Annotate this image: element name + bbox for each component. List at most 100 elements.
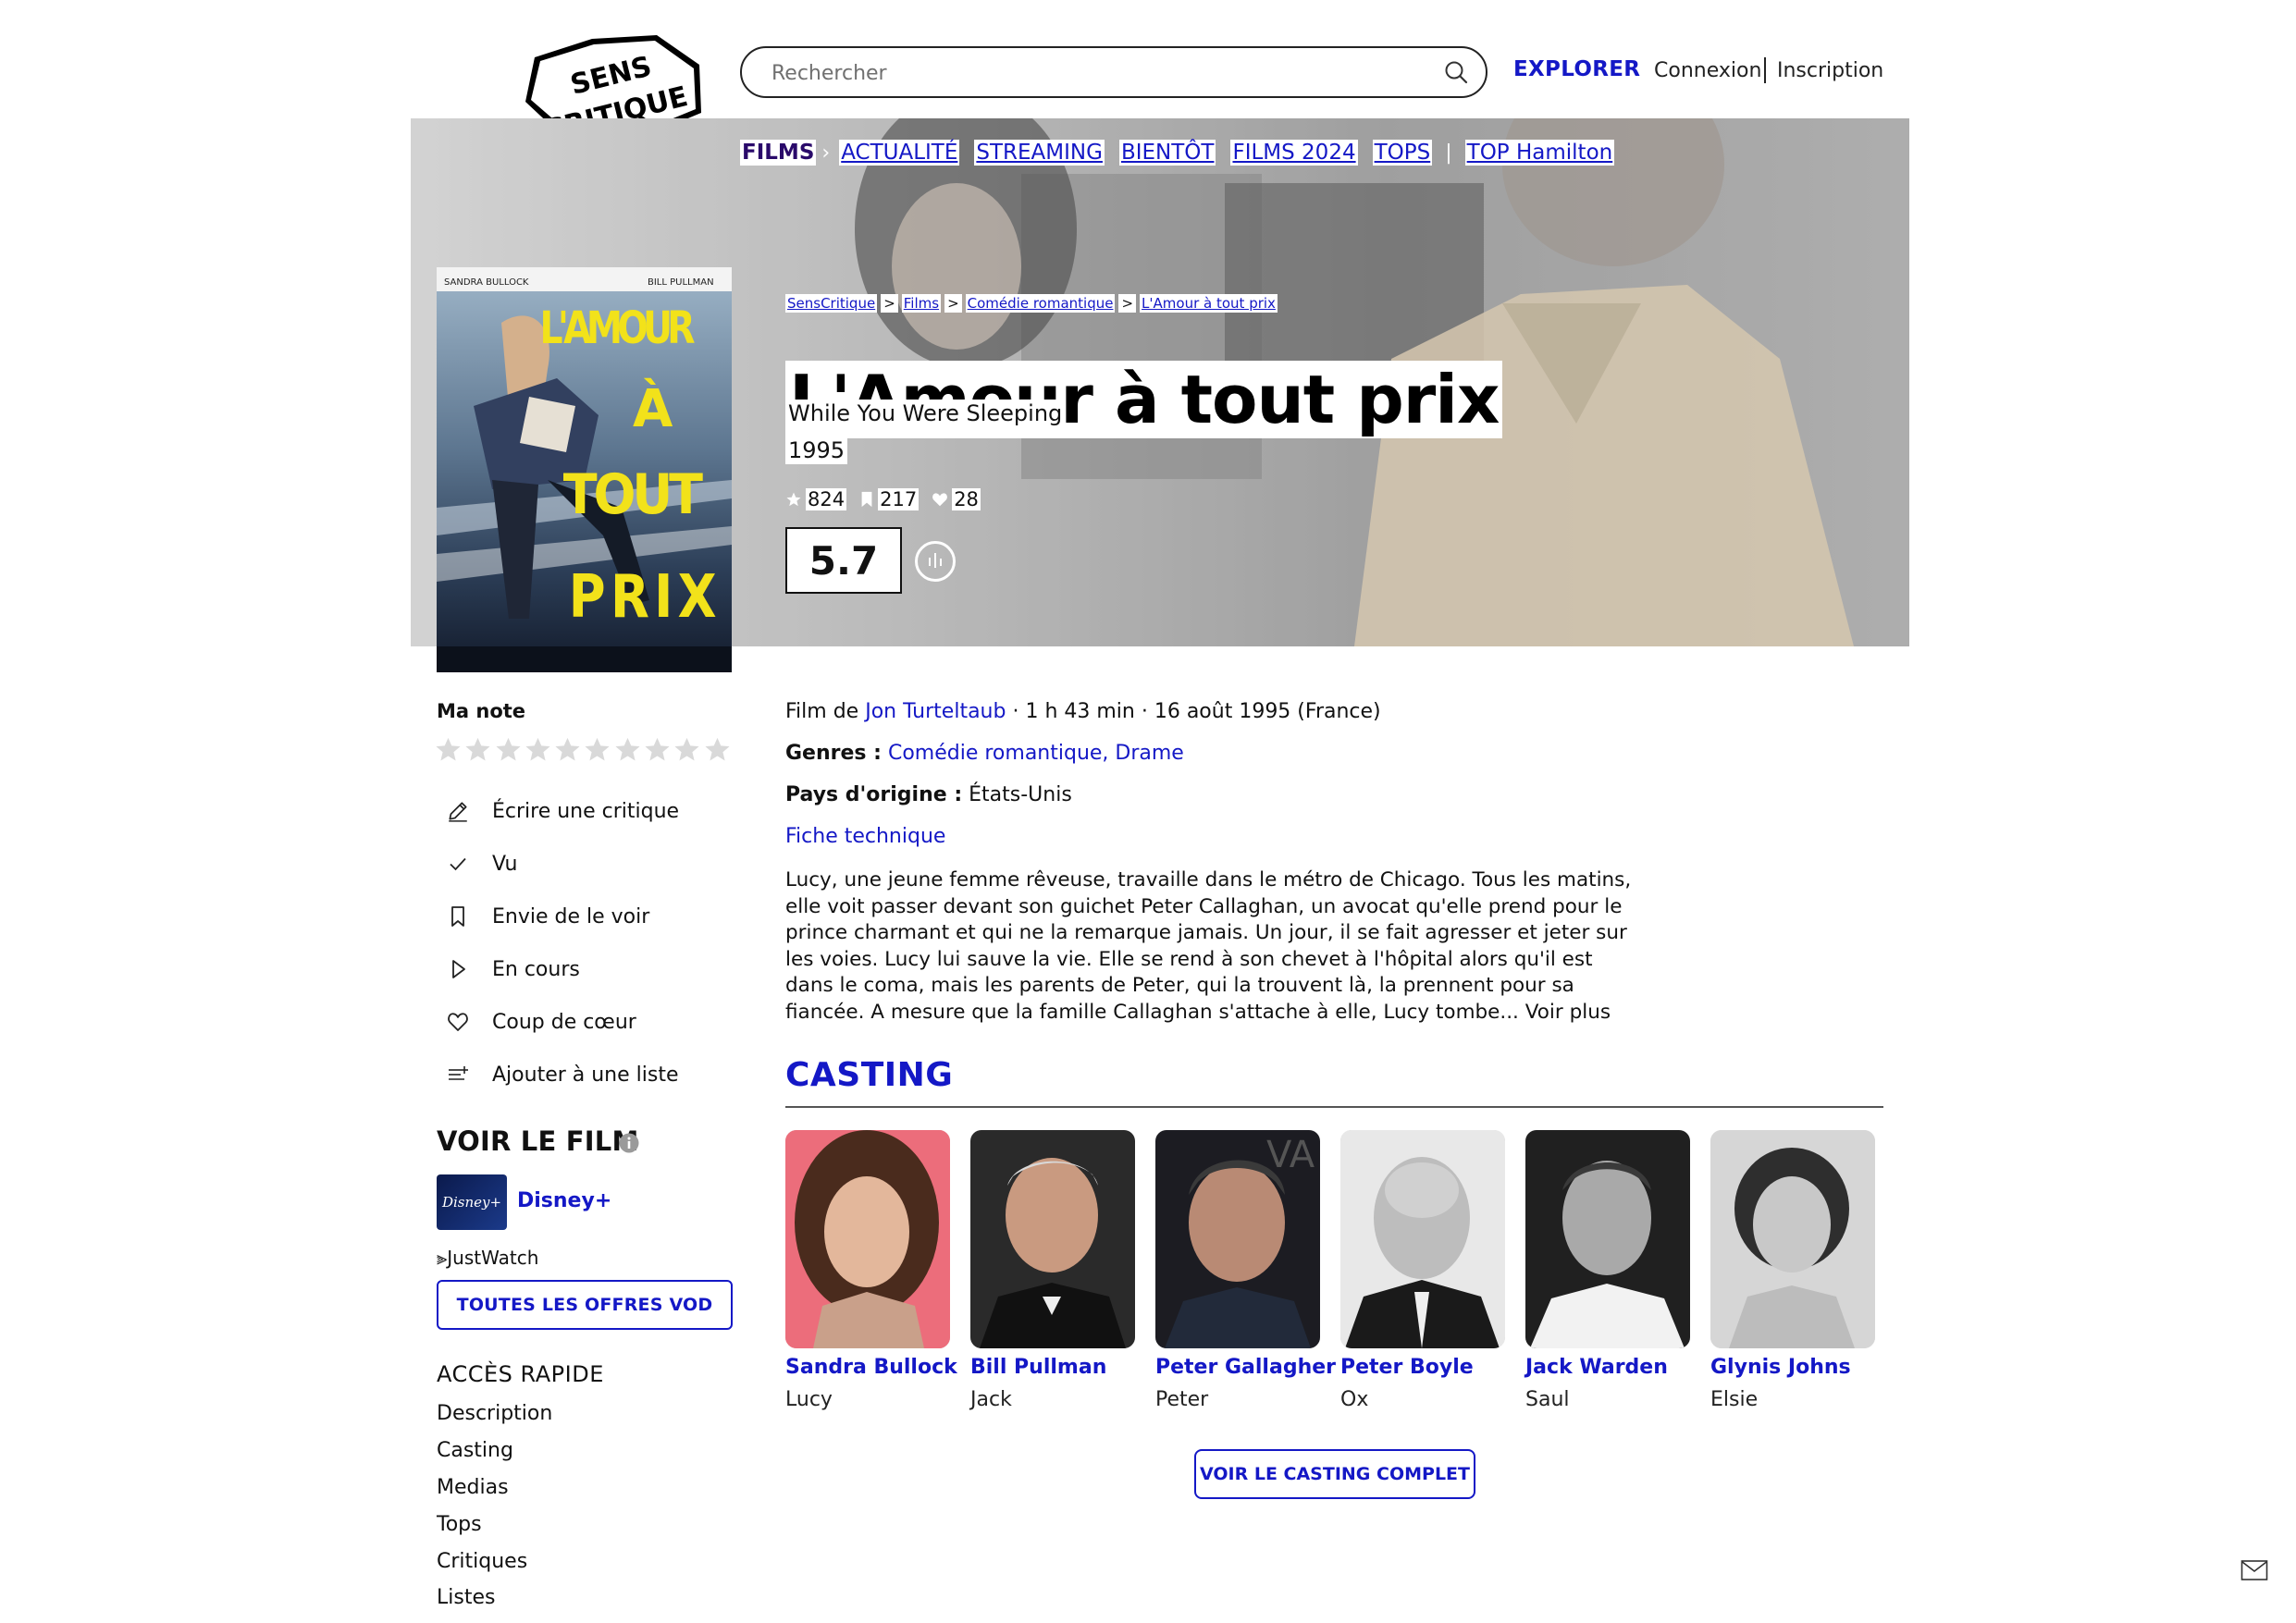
actor-name[interactable]: Peter Gallagher [1155, 1356, 1336, 1379]
subnav-separator: | [1445, 141, 1452, 165]
disney-plus-logo[interactable]: Disney+ [437, 1174, 507, 1230]
full-casting-button[interactable]: VOIR LE CASTING COMPLET [1194, 1449, 1475, 1499]
actor-photo[interactable] [1340, 1130, 1505, 1348]
quick-link-listes[interactable]: Listes [437, 1586, 495, 1609]
add-to-list-action[interactable]: Ajouter à une liste [442, 1056, 679, 1093]
heart-icon [932, 493, 948, 507]
justwatch-attribution[interactable]: ⫸JustWatch [437, 1247, 538, 1269]
wishlist-action[interactable]: Envie de le voir [442, 898, 649, 935]
breadcrumb-films[interactable]: Films [901, 294, 942, 313]
my-rating-stars[interactable] [435, 736, 734, 763]
casting-section-title: CASTING [785, 1056, 954, 1094]
read-more-link[interactable]: Voir plus [1525, 1001, 1611, 1024]
write-review-action[interactable]: Écrire une critique [442, 793, 679, 830]
ratings-count: 824 [806, 488, 847, 510]
subnav-films-2024[interactable]: FILMS 2024 [1230, 140, 1358, 166]
director-link[interactable]: Jon Turteltaub [865, 700, 1006, 723]
poster-title-line-4: PRIX [569, 563, 717, 632]
in-progress-label: En cours [492, 957, 580, 981]
quick-link-tops[interactable]: Tops [437, 1513, 482, 1536]
poster-title-line-3: TOUT [563, 462, 703, 526]
bar-chart-icon [929, 553, 942, 568]
average-score: 5.7 [785, 527, 902, 594]
star-icon [786, 492, 801, 507]
all-vod-offers-button[interactable]: TOUTES LES OFFRES VOD [437, 1280, 733, 1330]
ratings-count-stat: 824 [785, 488, 847, 510]
quick-link-casting[interactable]: Casting [437, 1439, 513, 1462]
write-review-label: Écrire une critique [492, 799, 680, 823]
add-to-list-label: Ajouter à une liste [492, 1063, 679, 1087]
search-input[interactable] [770, 48, 1412, 98]
movie-poster[interactable]: SANDRA BULLOCK BILL PULLMAN L'AMOUR À TO… [437, 267, 732, 672]
genres-links[interactable]: Comédie romantique, Drame [888, 742, 1184, 765]
rating-star-5[interactable] [554, 736, 581, 763]
search-bar[interactable] [740, 46, 1487, 98]
nav-explore-link[interactable]: EXPLORER [1513, 57, 1640, 81]
rating-star-8[interactable] [644, 736, 671, 763]
login-link[interactable]: Connexion [1654, 59, 1761, 82]
svg-text:VA: VA [1266, 1134, 1315, 1176]
subnav-streaming[interactable]: STREAMING [974, 140, 1105, 166]
actor-photo[interactable]: VA [1155, 1130, 1320, 1348]
rating-star-3[interactable] [495, 736, 522, 763]
sub-navigation: FILMS › ACTUALITÉ STREAMING BIENTÔT FILM… [740, 137, 1615, 168]
rating-star-4[interactable] [525, 736, 551, 763]
in-progress-action[interactable]: En cours [442, 951, 580, 988]
rating-star-10[interactable] [704, 736, 731, 763]
quick-link-medias[interactable]: Medias [437, 1476, 509, 1499]
actor-photo[interactable] [785, 1130, 950, 1348]
movie-stats: 824 217 28 [785, 488, 994, 510]
actor-photo[interactable] [1710, 1130, 1875, 1348]
rating-star-6[interactable] [584, 736, 611, 763]
subnav-actualite[interactable]: ACTUALITÉ [839, 140, 960, 166]
actor-name[interactable]: Bill Pullman [970, 1356, 1135, 1379]
disney-plus-link[interactable]: Disney+ [517, 1189, 611, 1212]
actor-name[interactable]: Sandra Bullock [785, 1356, 957, 1379]
bookmark-icon [861, 491, 872, 508]
heart-icon [442, 1006, 474, 1038]
actor-name[interactable]: Jack Warden [1525, 1356, 1690, 1379]
search-icon[interactable] [1443, 59, 1469, 85]
quick-link-critiques[interactable]: Critiques [437, 1550, 527, 1573]
wishlist-count: 217 [878, 488, 920, 510]
subnav-top-hamilton[interactable]: TOP Hamilton [1464, 140, 1615, 166]
seen-label: Vu [492, 852, 518, 876]
actor-photo[interactable] [970, 1130, 1135, 1348]
mail-icon[interactable] [2240, 1559, 2268, 1581]
rating-star-7[interactable] [614, 736, 641, 763]
actor-card[interactable]: Peter Boyle Ox [1340, 1130, 1505, 1411]
breadcrumb-genre[interactable]: Comédie romantique [965, 294, 1116, 313]
rating-star-1[interactable] [435, 736, 462, 763]
rating-star-9[interactable] [673, 736, 700, 763]
breadcrumb-senscritique[interactable]: SensCritique [785, 294, 878, 313]
breadcrumb-separator: > [1118, 294, 1137, 313]
seen-action[interactable]: Vu [442, 845, 518, 882]
rating-star-2[interactable] [464, 736, 491, 763]
actor-card[interactable]: Sandra Bullock Lucy [785, 1130, 957, 1411]
actor-name[interactable]: Glynis Johns [1710, 1356, 1875, 1379]
technical-sheet-link[interactable]: Fiche technique [785, 825, 945, 848]
actor-photo[interactable] [1525, 1130, 1690, 1348]
signup-link[interactable]: Inscription [1777, 59, 1883, 82]
country-label: Pays d'origine : [785, 783, 963, 806]
breadcrumb-current[interactable]: L'Amour à tout prix [1140, 294, 1278, 313]
wishlist-label: Envie de le voir [492, 904, 650, 928]
actor-card[interactable]: Bill Pullman Jack [970, 1130, 1135, 1411]
rating-distribution-button[interactable] [915, 541, 956, 582]
movie-details: · 1 h 43 min · 16 août 1995 (France) [1006, 700, 1381, 723]
quick-link-description[interactable]: Description [437, 1402, 552, 1425]
subnav-bientot[interactable]: BIENTÔT [1118, 140, 1216, 166]
favorites-count: 28 [952, 488, 981, 510]
info-icon[interactable] [619, 1133, 639, 1153]
subnav-tops[interactable]: TOPS [1372, 140, 1433, 166]
actor-role: Peter [1155, 1388, 1209, 1411]
subnav-films[interactable]: FILMS [740, 140, 817, 166]
actor-card[interactable]: Jack Warden Saul [1525, 1130, 1690, 1411]
favorite-action[interactable]: Coup de cœur [442, 1003, 636, 1040]
actor-card[interactable]: Glynis Johns Elsie [1710, 1130, 1875, 1411]
actor-card[interactable]: VA Peter Gallagher Peter [1155, 1130, 1336, 1411]
check-icon [442, 848, 474, 879]
actor-name[interactable]: Peter Boyle [1340, 1356, 1505, 1379]
director-line: Film de Jon Turteltaub · 1 h 43 min · 16… [785, 700, 1381, 723]
breadcrumb-separator: > [881, 294, 898, 313]
